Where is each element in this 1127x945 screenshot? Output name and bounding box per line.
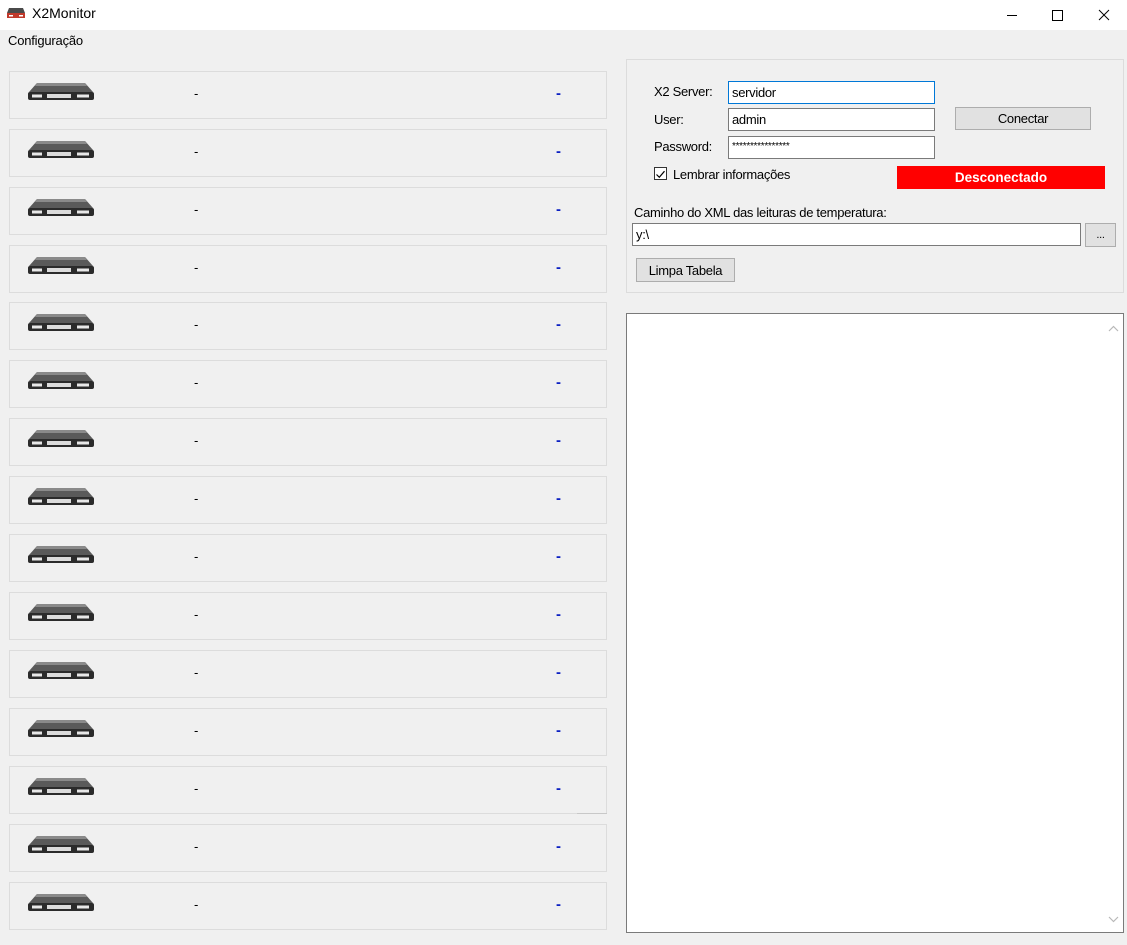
router-icon bbox=[6, 6, 26, 20]
remember-label[interactable]: Lembrar informações bbox=[673, 167, 790, 182]
device-temperature: - bbox=[556, 548, 561, 565]
router-icon bbox=[25, 892, 97, 914]
device-panel[interactable]: - - bbox=[9, 418, 607, 466]
device-name: - bbox=[194, 723, 199, 738]
device-panel[interactable]: - - bbox=[9, 592, 607, 640]
device-panel[interactable]: - - bbox=[9, 534, 607, 582]
device-panel[interactable]: - - bbox=[9, 766, 607, 814]
device-panel[interactable]: - - bbox=[9, 71, 607, 119]
password-label: Password: bbox=[654, 139, 712, 154]
xml-path-input[interactable]: y:\ bbox=[632, 223, 1081, 246]
device-temperature: - bbox=[556, 143, 561, 160]
device-panel[interactable]: - - bbox=[9, 245, 607, 293]
device-name: - bbox=[194, 144, 199, 159]
device-temperature: - bbox=[556, 85, 561, 102]
router-icon bbox=[25, 255, 97, 277]
device-name: - bbox=[194, 491, 199, 506]
connection-group: X2 Server: servidor User: admin Password… bbox=[626, 59, 1124, 293]
device-temperature: - bbox=[556, 432, 561, 449]
user-input[interactable]: admin bbox=[728, 108, 935, 131]
menu-configuracao[interactable]: Configuração bbox=[8, 33, 83, 48]
log-textbox[interactable] bbox=[626, 313, 1124, 933]
device-panel[interactable]: - - bbox=[9, 708, 607, 756]
device-name: - bbox=[194, 202, 199, 217]
device-panel[interactable]: - - bbox=[9, 882, 607, 930]
router-icon bbox=[25, 660, 97, 682]
clear-table-button[interactable]: Limpa Tabela bbox=[636, 258, 735, 282]
connect-button[interactable]: Conectar bbox=[955, 107, 1091, 130]
device-name: - bbox=[194, 549, 199, 564]
device-name: - bbox=[194, 897, 199, 912]
router-icon bbox=[25, 81, 97, 103]
server-label: X2 Server: bbox=[654, 84, 713, 99]
router-icon bbox=[25, 718, 97, 740]
device-panel[interactable]: - - bbox=[9, 360, 607, 408]
router-icon bbox=[25, 834, 97, 856]
close-icon bbox=[1098, 9, 1110, 21]
minimize-button[interactable] bbox=[989, 0, 1035, 30]
router-icon bbox=[25, 370, 97, 392]
device-panel[interactable]: - - bbox=[9, 129, 607, 177]
device-panel[interactable]: - - bbox=[9, 476, 607, 524]
user-label: User: bbox=[654, 112, 684, 127]
device-temperature: - bbox=[556, 896, 561, 913]
device-temperature: - bbox=[556, 201, 561, 218]
minimize-icon bbox=[1007, 15, 1017, 16]
window-title: X2Monitor bbox=[32, 5, 96, 21]
device-temperature: - bbox=[556, 664, 561, 681]
router-icon bbox=[25, 197, 97, 219]
connection-status-badge: Desconectado bbox=[897, 166, 1105, 189]
router-icon bbox=[25, 486, 97, 508]
maximize-icon bbox=[1052, 10, 1063, 21]
remember-checkbox[interactable] bbox=[654, 167, 667, 180]
server-input[interactable]: servidor bbox=[728, 81, 935, 104]
maximize-button[interactable] bbox=[1034, 0, 1080, 30]
device-name: - bbox=[194, 260, 199, 275]
close-button[interactable] bbox=[1081, 0, 1127, 30]
browse-button[interactable]: ... bbox=[1085, 223, 1116, 247]
router-icon bbox=[25, 139, 97, 161]
device-temperature: - bbox=[556, 606, 561, 623]
password-input[interactable]: **************** bbox=[728, 136, 935, 159]
device-panel[interactable]: - - bbox=[9, 650, 607, 698]
title-bar: X2Monitor bbox=[0, 0, 1127, 30]
router-icon bbox=[25, 544, 97, 566]
device-temperature: - bbox=[556, 490, 561, 507]
device-name: - bbox=[194, 317, 199, 332]
device-name: - bbox=[194, 781, 199, 796]
device-panel[interactable]: - - bbox=[9, 187, 607, 235]
router-icon bbox=[25, 312, 97, 334]
router-icon bbox=[25, 776, 97, 798]
device-temperature: - bbox=[556, 722, 561, 739]
scroll-up-icon[interactable] bbox=[1108, 320, 1119, 335]
checkmark-icon bbox=[656, 170, 665, 179]
device-temperature: - bbox=[556, 374, 561, 391]
device-temperature: - bbox=[556, 316, 561, 333]
device-panel[interactable]: - - bbox=[9, 302, 607, 350]
device-name: - bbox=[194, 665, 199, 680]
device-temperature: - bbox=[556, 259, 561, 276]
xml-path-label: Caminho do XML das leituras de temperatu… bbox=[634, 205, 887, 220]
device-name: - bbox=[194, 839, 199, 854]
device-temperature: - bbox=[556, 838, 561, 855]
device-name: - bbox=[194, 433, 199, 448]
device-name: - bbox=[194, 375, 199, 390]
router-icon bbox=[25, 602, 97, 624]
router-icon bbox=[25, 428, 97, 450]
menu-bar: Configuração bbox=[0, 30, 1127, 52]
device-name: - bbox=[194, 607, 199, 622]
device-panel[interactable]: - - bbox=[9, 824, 607, 872]
scroll-down-icon[interactable] bbox=[1108, 911, 1119, 926]
device-temperature: - bbox=[556, 780, 561, 797]
device-name: - bbox=[194, 86, 199, 101]
